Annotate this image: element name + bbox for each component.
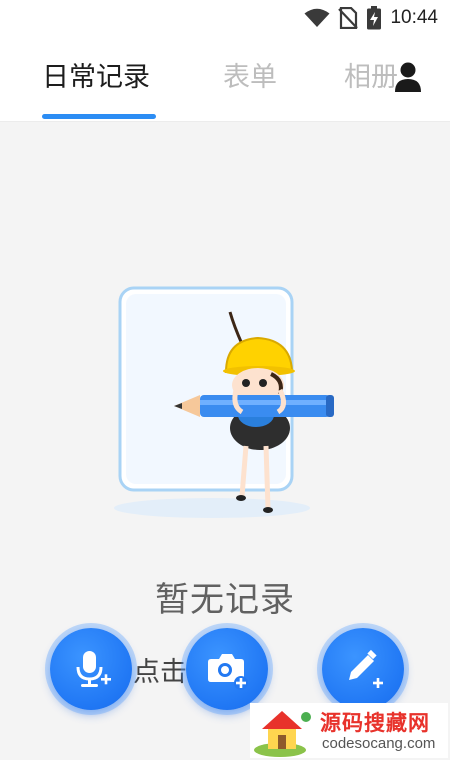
status-time: 10:44	[390, 7, 438, 28]
tab-bar: 日常记录 表单 相册	[0, 36, 450, 122]
empty-state-illustration	[114, 286, 334, 518]
active-tab-indicator	[42, 114, 156, 119]
no-sim-icon	[338, 7, 359, 29]
add-voice-record-button[interactable]	[50, 628, 132, 710]
status-bar: 10:44	[0, 0, 450, 36]
wifi-icon	[304, 8, 330, 27]
watermark-url: codesocang.com	[322, 735, 436, 752]
tab-daily-records[interactable]: 日常记录	[42, 60, 150, 96]
person-icon[interactable]	[394, 62, 422, 92]
status-icons: 10:44	[304, 6, 438, 30]
watermark-logo: 源码搜藏网 codesocang.com	[250, 703, 448, 758]
watermark-title: 源码搜藏网	[320, 711, 430, 735]
empty-state-title: 暂无记录	[155, 580, 295, 620]
add-photo-record-button[interactable]	[186, 628, 268, 710]
add-text-record-button[interactable]	[322, 628, 404, 710]
house-logo-icon	[254, 711, 311, 757]
pencil-add-icon	[349, 649, 383, 688]
tab-forms[interactable]: 表单	[223, 60, 277, 96]
battery-charging-icon	[367, 6, 382, 30]
microphone-add-icon	[76, 651, 111, 687]
tab-album[interactable]: 相册	[344, 60, 398, 96]
camera-add-icon	[208, 654, 248, 690]
